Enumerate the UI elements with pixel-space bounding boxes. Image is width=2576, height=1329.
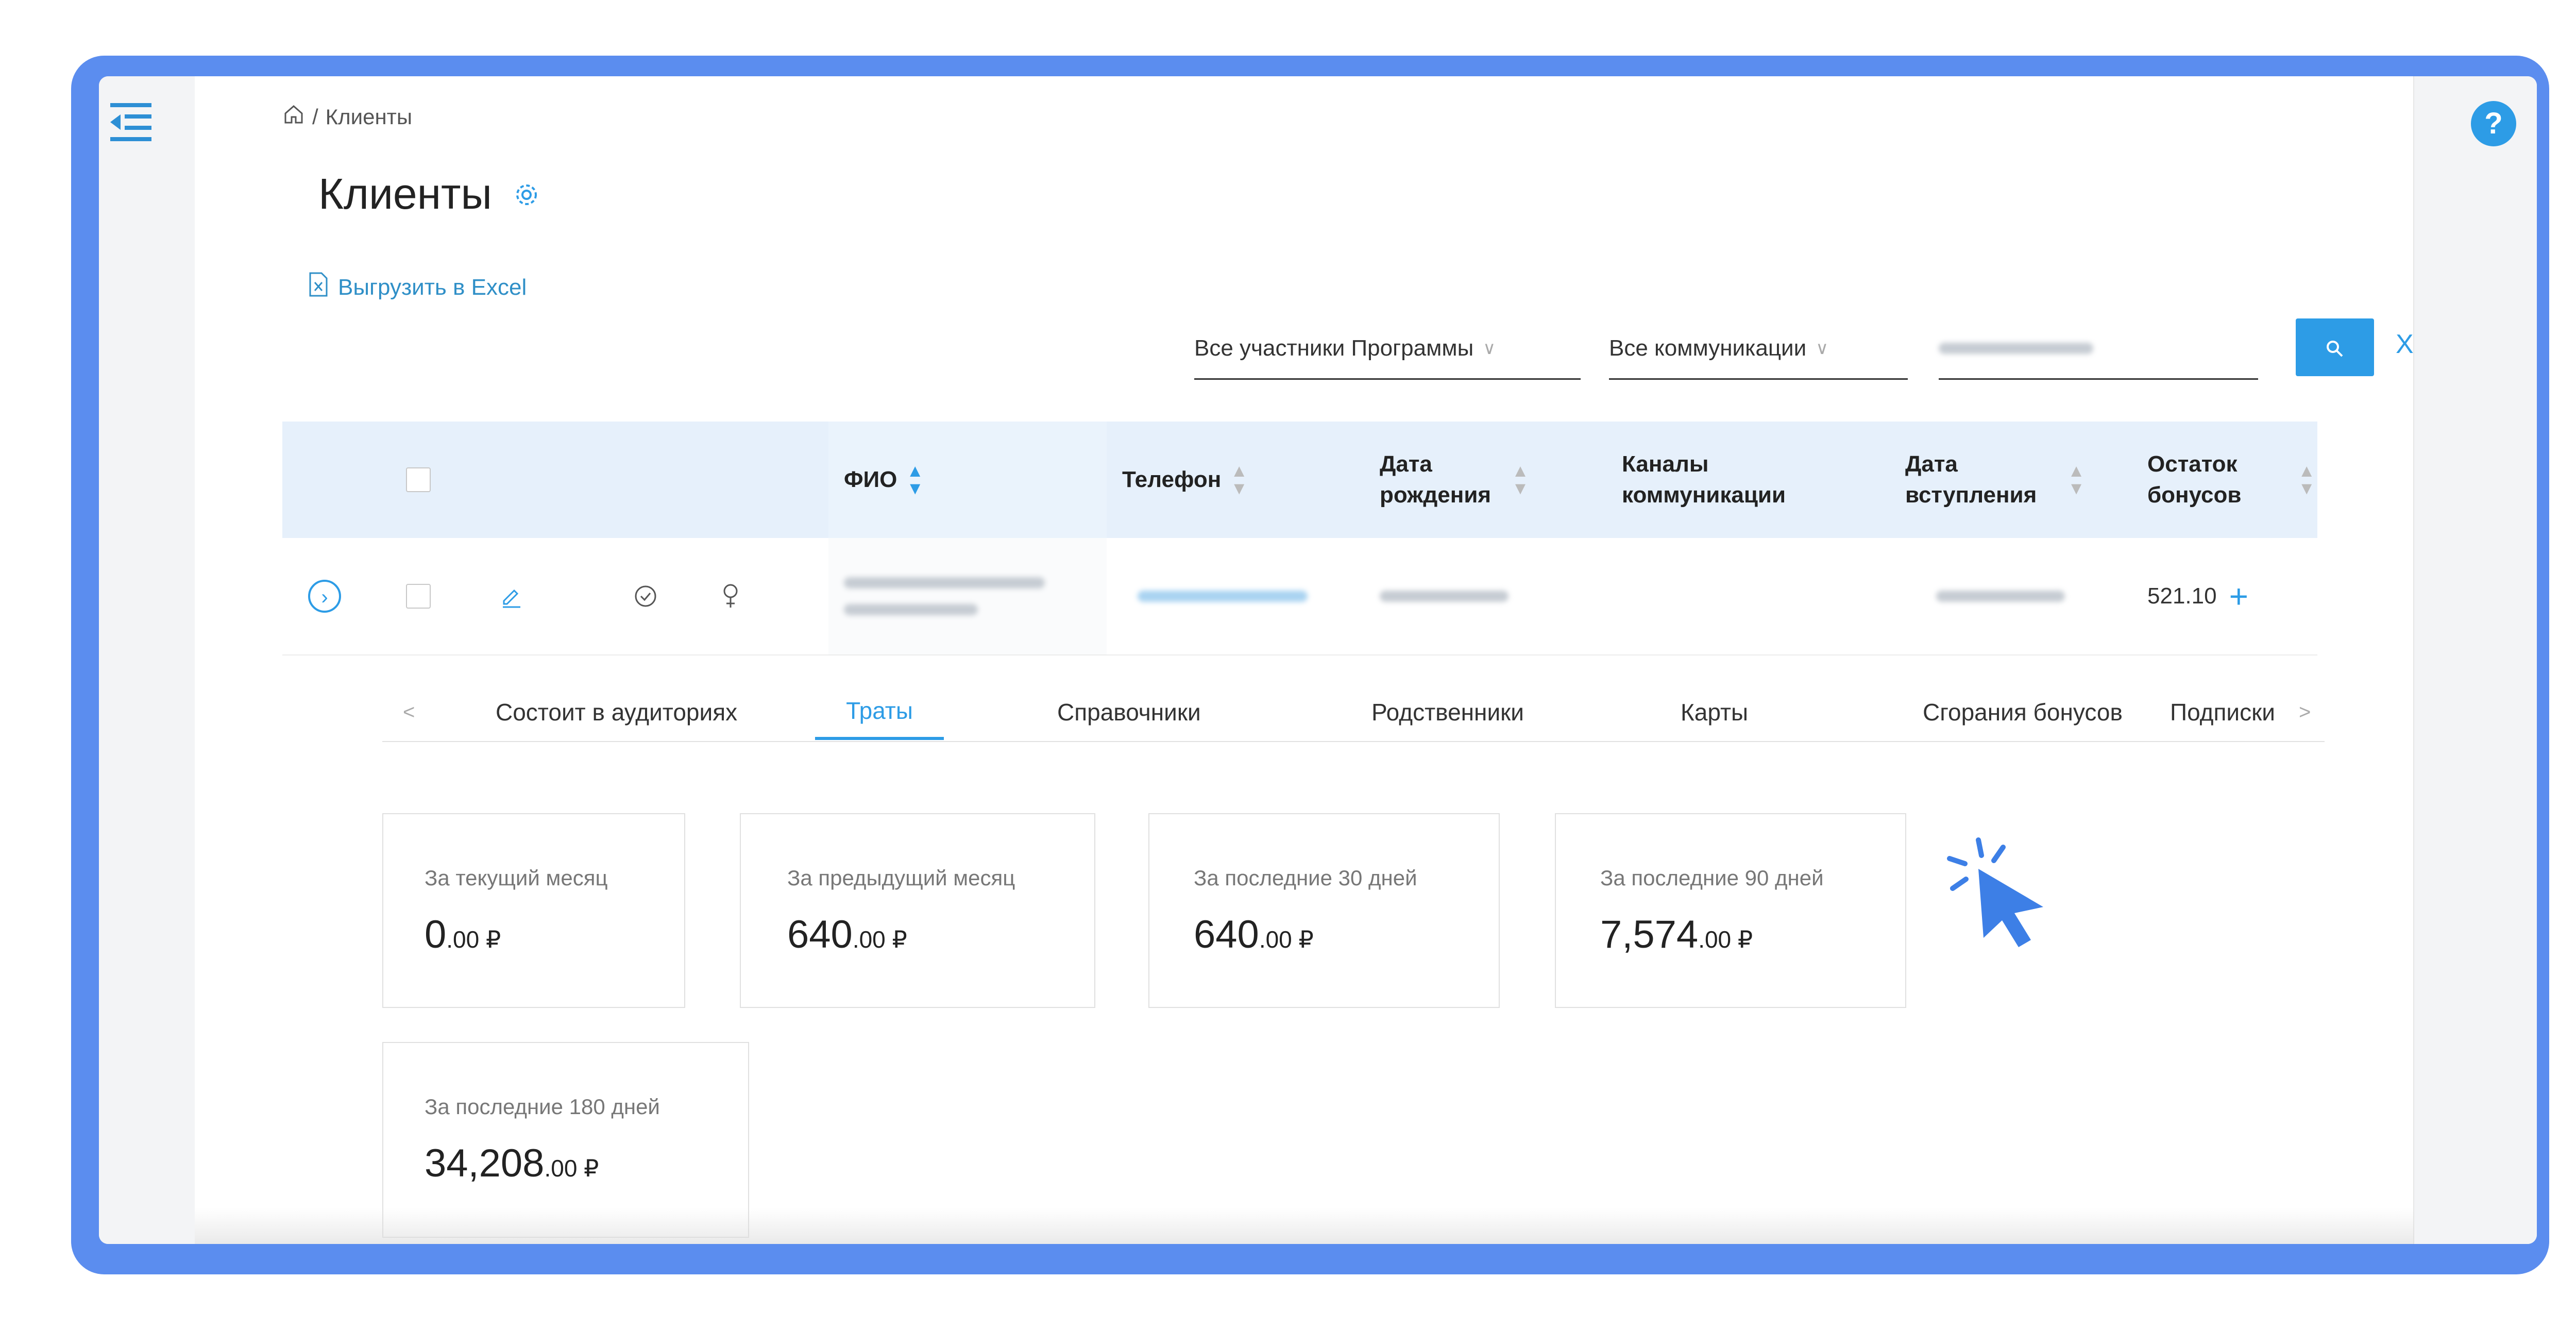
home-icon[interactable] [282, 103, 305, 131]
tab-bonus-burns[interactable]: Сгорания бонусов [1923, 684, 2123, 740]
check-circle-icon[interactable] [633, 538, 658, 654]
sort-icon: ▲ ▼ [2067, 461, 2085, 498]
participants-filter-select[interactable]: Все участники Программы ∨ [1194, 318, 1581, 380]
communications-filter-value: Все коммуникации [1609, 335, 1807, 361]
spending-card-caption: За последние 30 дней [1194, 866, 1417, 890]
chevron-left-icon[interactable]: < [403, 684, 415, 740]
column-joined[interactable]: Дата вступления ▲ ▼ [1905, 422, 2085, 538]
female-gender-icon [720, 538, 741, 654]
export-label: Выгрузить в Excel [338, 274, 527, 300]
column-channels-label-1: Каналы [1622, 451, 1709, 477]
column-fio[interactable]: ФИО ▲ ▼ [828, 422, 1107, 538]
column-birthdate-label-1: Дата [1380, 451, 1432, 477]
clients-table: ФИО ▲ ▼ Телефон ▲ ▼ Дата рождения ▲ ▼ Каналы… [282, 422, 2317, 655]
tab-audiences[interactable]: Состоит в аудиториях [496, 684, 737, 740]
menu-collapse-icon[interactable] [109, 102, 152, 142]
main-content: / Клиенты Клиенты Выгрузить в Excel Все … [195, 76, 2414, 1244]
clear-filters-button[interactable]: X [2396, 329, 2414, 360]
column-channels-label-2: коммуникации [1622, 482, 1786, 508]
client-phone-blurred[interactable] [1138, 538, 1308, 654]
chevron-right-icon[interactable]: > [2299, 684, 2311, 740]
add-bonus-button[interactable]: + [2229, 580, 2248, 613]
spending-card-value: 0.00 ₽ [425, 913, 501, 956]
column-birthdate-label-2: рождения [1380, 482, 1492, 508]
search-input[interactable] [1939, 318, 2258, 380]
column-phone[interactable]: Телефон ▲ ▼ [1122, 422, 1248, 538]
row-checkbox[interactable] [406, 538, 431, 654]
spending-card-caption: За текущий месяц [425, 866, 608, 890]
select-all-checkbox[interactable] [406, 422, 431, 538]
spending-card-value: 7,574.00 ₽ [1600, 913, 1753, 956]
gear-icon[interactable] [513, 169, 540, 219]
edit-icon[interactable] [499, 538, 524, 654]
column-joined-label-2: вступления [1905, 482, 2037, 508]
bonus-balance: 521.10 + [2147, 538, 2248, 654]
click-cursor-icon [1942, 835, 2061, 953]
client-name-blurred [828, 538, 1107, 654]
breadcrumb-current: Клиенты [325, 105, 413, 129]
client-joined-blurred [1936, 538, 2065, 654]
column-channels[interactable]: Каналы коммуникации [1622, 422, 1786, 538]
spending-card-last-90-days: За последние 90 дней 7,574.00 ₽ [1555, 813, 1906, 1008]
chevron-down-icon: ∨ [1816, 339, 1829, 358]
export-excel-button[interactable]: Выгрузить в Excel [308, 272, 527, 302]
search-button[interactable] [2296, 318, 2374, 376]
page-title-row: Клиенты [318, 169, 540, 219]
breadcrumb-separator: / [312, 105, 318, 129]
breadcrumb: / Клиенты [282, 103, 412, 131]
search-icon [2327, 340, 2343, 357]
spending-card-current-month: За текущий месяц 0.00 ₽ [382, 813, 685, 1008]
column-fio-label: ФИО [844, 467, 897, 492]
excel-file-icon [308, 272, 329, 302]
tab-directories[interactable]: Справочники [1057, 684, 1201, 740]
spending-card-previous-month: За предыдущий месяц 640.00 ₽ [740, 813, 1095, 1008]
spending-card-caption: За последние 90 дней [1600, 866, 1824, 890]
spending-card-last-30-days: За последние 30 дней 640.00 ₽ [1148, 813, 1500, 1008]
column-bonus-label-1: Остаток [2147, 451, 2238, 477]
column-bonus[interactable]: Остаток бонусов ▲ ▼ [2147, 422, 2317, 538]
spending-card-caption: За предыдущий месяц [787, 866, 1015, 890]
table-header: ФИО ▲ ▼ Телефон ▲ ▼ Дата рождения ▲ ▼ Каналы… [282, 422, 2317, 538]
app-window: / Клиенты Клиенты Выгрузить в Excel Все … [99, 76, 2537, 1244]
client-tabs: < Состоит в аудиториях Траты Справочники… [382, 684, 2325, 742]
sort-icon: ▲ ▼ [1230, 461, 1248, 498]
sort-icon: ▲ ▼ [2298, 461, 2316, 498]
left-sidebar [99, 76, 196, 1244]
sort-icon: ▲ ▼ [1512, 461, 1529, 498]
tab-relatives[interactable]: Родственники [1371, 684, 1524, 740]
tab-cards[interactable]: Карты [1681, 684, 1748, 740]
right-sidebar: ? [2413, 76, 2537, 1244]
sort-icon: ▲ ▼ [906, 461, 924, 498]
client-birthdate-blurred [1380, 538, 1509, 654]
column-phone-label: Телефон [1122, 467, 1222, 492]
participants-filter-value: Все участники Программы [1194, 335, 1474, 361]
expand-row-button[interactable]: › [308, 538, 341, 654]
scroll-fade [195, 1208, 2414, 1244]
spending-card-value: 640.00 ₽ [1194, 913, 1314, 956]
chevron-down-icon: ∨ [1483, 339, 1496, 358]
spending-card-value: 34,208.00 ₽ [425, 1141, 599, 1185]
page-title: Клиенты [318, 170, 492, 218]
tab-subscriptions[interactable]: Подписки [2170, 684, 2275, 740]
column-bonus-label-2: бонусов [2147, 482, 2242, 508]
help-button[interactable]: ? [2471, 101, 2516, 146]
communications-filter-select[interactable]: Все коммуникации ∨ [1609, 318, 1908, 380]
tab-spending[interactable]: Траты [815, 684, 944, 740]
column-birthdate[interactable]: Дата рождения ▲ ▼ [1380, 422, 1529, 538]
column-joined-label-1: Дата [1905, 451, 1958, 477]
bonus-balance-value: 521.10 [2147, 583, 2217, 609]
spending-card-value: 640.00 ₽ [787, 913, 907, 956]
spending-card-caption: За последние 180 дней [425, 1095, 660, 1119]
search-input-value-blurred [1939, 343, 2093, 354]
table-row[interactable]: › 521.10 + [282, 538, 2317, 655]
